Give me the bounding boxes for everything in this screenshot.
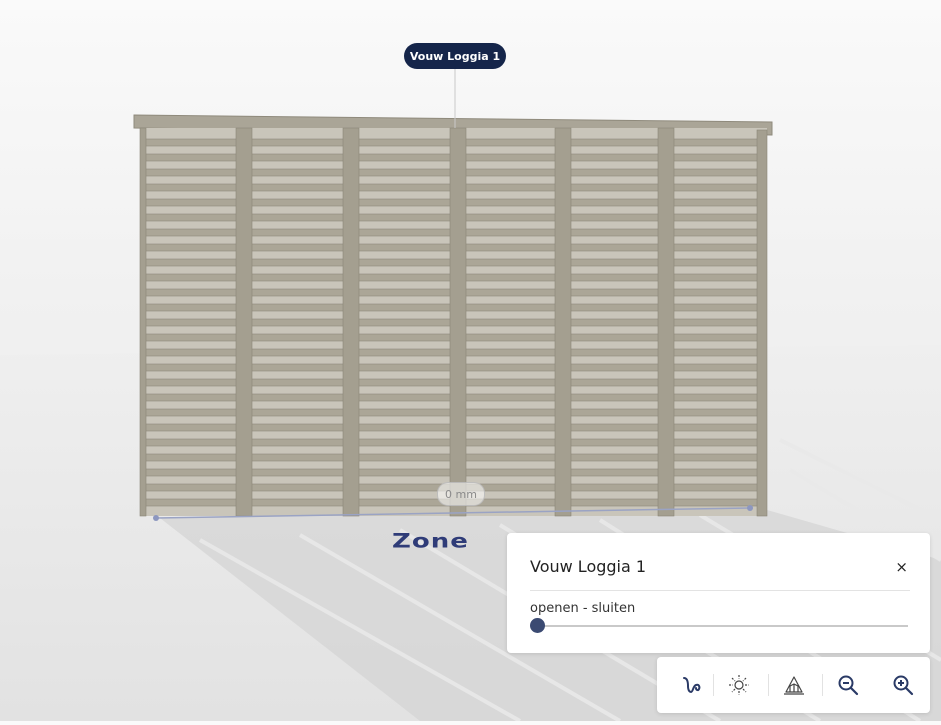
slider-label: openen - sluiten [530, 601, 636, 616]
curve-tool-icon [683, 677, 701, 694]
zoom-in-icon [893, 675, 914, 696]
slider-track[interactable] [538, 625, 908, 627]
panel-title: Vouw Loggia 1 [530, 557, 647, 576]
sun-icon [729, 675, 749, 695]
curve-tool-button[interactable] [676, 669, 708, 701]
zoom-out-button[interactable] [832, 669, 864, 701]
view-toolbar [657, 657, 930, 713]
toolbar-separator [768, 674, 769, 696]
house-view-icon [784, 676, 804, 695]
object-panel: Vouw Loggia 1 × openen - sluiten [507, 533, 930, 653]
lighting-button[interactable] [723, 669, 755, 701]
measure-label: 0 mm [437, 482, 485, 506]
divider [530, 590, 910, 591]
view-mode-button[interactable] [778, 669, 810, 701]
zoom-out-icon [838, 675, 859, 696]
slider-thumb[interactable] [530, 618, 545, 633]
object-tag[interactable]: Vouw Loggia 1 [404, 43, 506, 69]
toolbar-separator [822, 674, 823, 696]
toolbar-separator [713, 674, 714, 696]
close-button[interactable]: × [895, 558, 908, 576]
zone-label: Zone [392, 530, 469, 553]
zoom-in-button[interactable] [887, 669, 919, 701]
